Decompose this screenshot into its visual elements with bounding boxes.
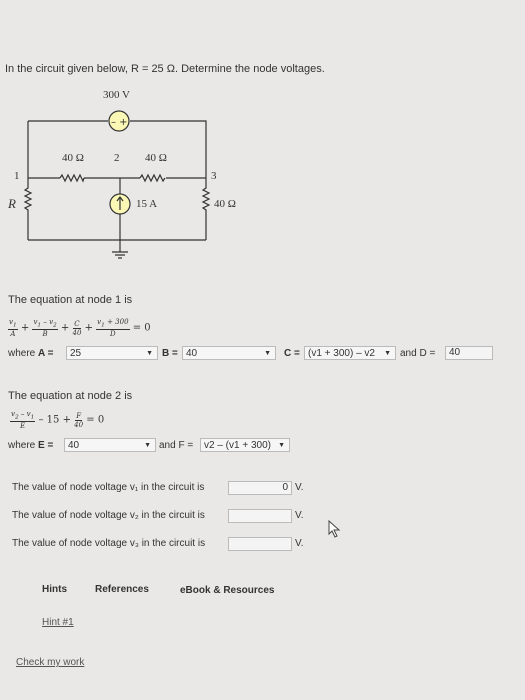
tab-references[interactable]: References: [95, 584, 149, 595]
node1-heading: The equation at node 1 is: [8, 294, 133, 306]
node2-where: where E =: [8, 440, 54, 451]
select-c[interactable]: (v1 + 300) – v2 ▼: [304, 346, 396, 360]
c-label: C =: [284, 348, 300, 359]
resistor-3-label: 40 Ω: [214, 198, 236, 210]
hint-1-link[interactable]: Hint #1: [42, 617, 74, 628]
v2-question: The value of node voltage v₂ in the circ…: [12, 510, 205, 521]
select-b[interactable]: 40 ▼: [182, 346, 276, 360]
mouse-cursor-icon: [328, 520, 341, 538]
tab-ebook-resources[interactable]: eBook & Resources: [180, 585, 274, 596]
select-f[interactable]: v2 – (v1 + 300) ▼: [200, 438, 290, 452]
v3-input[interactable]: [228, 537, 292, 551]
f-label: and F =: [159, 440, 194, 451]
source-voltage-label: 300 V: [103, 89, 130, 101]
input-d[interactable]: 40: [445, 346, 493, 360]
resistor-r-label: R: [8, 196, 16, 211]
check-my-work-link[interactable]: Check my work: [16, 657, 84, 668]
resistor-2-label: 40 Ω: [145, 152, 167, 164]
resistor-1-label: 40 Ω: [62, 152, 84, 164]
node-2-label: 2: [114, 152, 120, 164]
b-label: B =: [162, 348, 178, 359]
current-source-label: 15 A: [136, 198, 158, 210]
node2-heading: The equation at node 2 is: [8, 390, 133, 402]
node1-where: where A =: [8, 348, 54, 359]
node-1-label: 1: [14, 170, 20, 182]
select-e[interactable]: 40 ▼: [64, 438, 156, 452]
question-intro: In the circuit given below, R = 25 Ω. De…: [5, 63, 325, 75]
tab-hints[interactable]: Hints: [42, 584, 67, 595]
node-3-label: 3: [211, 170, 217, 182]
node2-equation: v2 – v1 E – 15 + F 40 = 0: [10, 410, 105, 431]
v2-unit: V.: [295, 510, 304, 521]
circuit-diagram: – +: [23, 110, 211, 259]
d-label: and D =: [400, 348, 436, 359]
v2-input[interactable]: [228, 509, 292, 523]
node1-equation: v1 A + v1 – v2 B + C 40 + v1 + 300 D = 0: [8, 318, 151, 339]
v1-input[interactable]: 0: [228, 481, 292, 495]
select-a[interactable]: 25 ▼: [66, 346, 158, 360]
v3-unit: V.: [295, 538, 304, 549]
svg-text:– +: – +: [111, 117, 128, 128]
v1-question: The value of node voltage v₁ in the circ…: [12, 482, 205, 493]
v1-unit: V.: [295, 482, 304, 493]
v3-question: The value of node voltage v₃ in the circ…: [12, 538, 206, 549]
